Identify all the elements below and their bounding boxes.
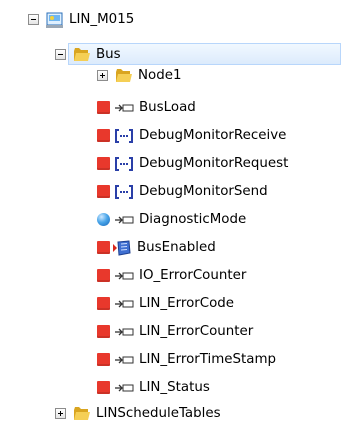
status-red-icon	[97, 325, 110, 338]
tree-label-item: LIN_ErrorCounter	[139, 324, 254, 339]
signal-connector-icon	[115, 384, 134, 391]
tree-item-busload[interactable]: BusLoad	[97, 98, 196, 117]
expand-toggle-node1[interactable]	[97, 70, 108, 81]
tree-node-linscheduletables[interactable]: LINScheduleTables	[55, 404, 221, 423]
tree-label-item: LIN_ErrorTimeStamp	[139, 352, 277, 367]
collapse-toggle-bus[interactable]	[55, 49, 66, 60]
tree-item-lin-errorcounter[interactable]: LIN_ErrorCounter	[97, 322, 253, 341]
tree-item-diagnosticmode[interactable]: DiagnosticMode	[97, 210, 246, 229]
tree-item-debugmonitorreceive[interactable]: DebugMonitorReceive	[97, 126, 286, 145]
status-red-icon	[97, 185, 110, 198]
tree-label-item: LIN_ErrorCode	[139, 296, 235, 311]
bracket-dots-icon	[115, 184, 133, 199]
tree-label-linscheduletables: LINScheduleTables	[96, 406, 221, 421]
tree-label-item: BusEnabled	[137, 240, 216, 255]
status-blue-icon	[97, 213, 110, 226]
status-red-icon	[97, 269, 110, 282]
signal-connector-icon	[115, 104, 134, 111]
tree-item-debugmonitorrequest[interactable]: DebugMonitorRequest	[97, 154, 288, 173]
tree-label-node1: Node1	[138, 68, 182, 83]
tree-item-io-errorcounter[interactable]: IO_ErrorCounter	[97, 266, 246, 285]
bracket-dots-icon	[115, 128, 133, 143]
bus-enabled-icon	[113, 239, 131, 256]
tree-item-debugmonitorsend[interactable]: DebugMonitorSend	[97, 182, 268, 201]
tree-item-lin-errorcode[interactable]: LIN_ErrorCode	[97, 294, 234, 313]
status-red-icon	[97, 353, 110, 366]
tree-label-bus: Bus	[96, 47, 121, 62]
status-red-icon	[97, 297, 110, 310]
tree-item-busenabled[interactable]: BusEnabled	[97, 238, 216, 257]
signal-connector-icon	[115, 328, 134, 335]
tree-label-item: LIN_Status	[139, 380, 210, 395]
tree-label-item: DebugMonitorSend	[139, 184, 268, 199]
status-red-icon	[97, 129, 110, 142]
module-icon	[46, 12, 63, 28]
signal-connector-icon	[115, 356, 134, 363]
folder-icon	[74, 47, 90, 61]
status-red-icon	[97, 157, 110, 170]
status-red-icon	[97, 241, 110, 254]
tree-node-bus[interactable]: Bus	[55, 45, 121, 64]
tree-label-item: BusLoad	[139, 100, 196, 115]
expand-toggle-linscheduletables[interactable]	[55, 408, 66, 419]
signal-connector-icon	[115, 216, 134, 223]
signal-connector-icon	[115, 300, 134, 307]
tree-label-root: LIN_M015	[69, 12, 135, 27]
status-red-icon	[97, 381, 110, 394]
tree-label-item: DiagnosticMode	[139, 212, 247, 227]
tree-item-lin-errortimestamp[interactable]: LIN_ErrorTimeStamp	[97, 350, 276, 369]
folder-icon	[116, 68, 132, 82]
tree-node-root[interactable]: LIN_M015	[28, 10, 134, 29]
collapse-toggle-root[interactable]	[28, 14, 39, 25]
status-red-icon	[97, 101, 110, 114]
signal-connector-icon	[115, 272, 134, 279]
tree-label-item: IO_ErrorCounter	[139, 268, 247, 283]
tree-label-item: DebugMonitorRequest	[139, 156, 289, 171]
tree-label-item: DebugMonitorReceive	[139, 128, 287, 143]
tree-node-node1[interactable]: Node1	[97, 66, 181, 85]
folder-icon	[74, 406, 90, 420]
bracket-dots-icon	[115, 156, 133, 171]
tree-item-lin-status[interactable]: LIN_Status	[97, 378, 210, 397]
